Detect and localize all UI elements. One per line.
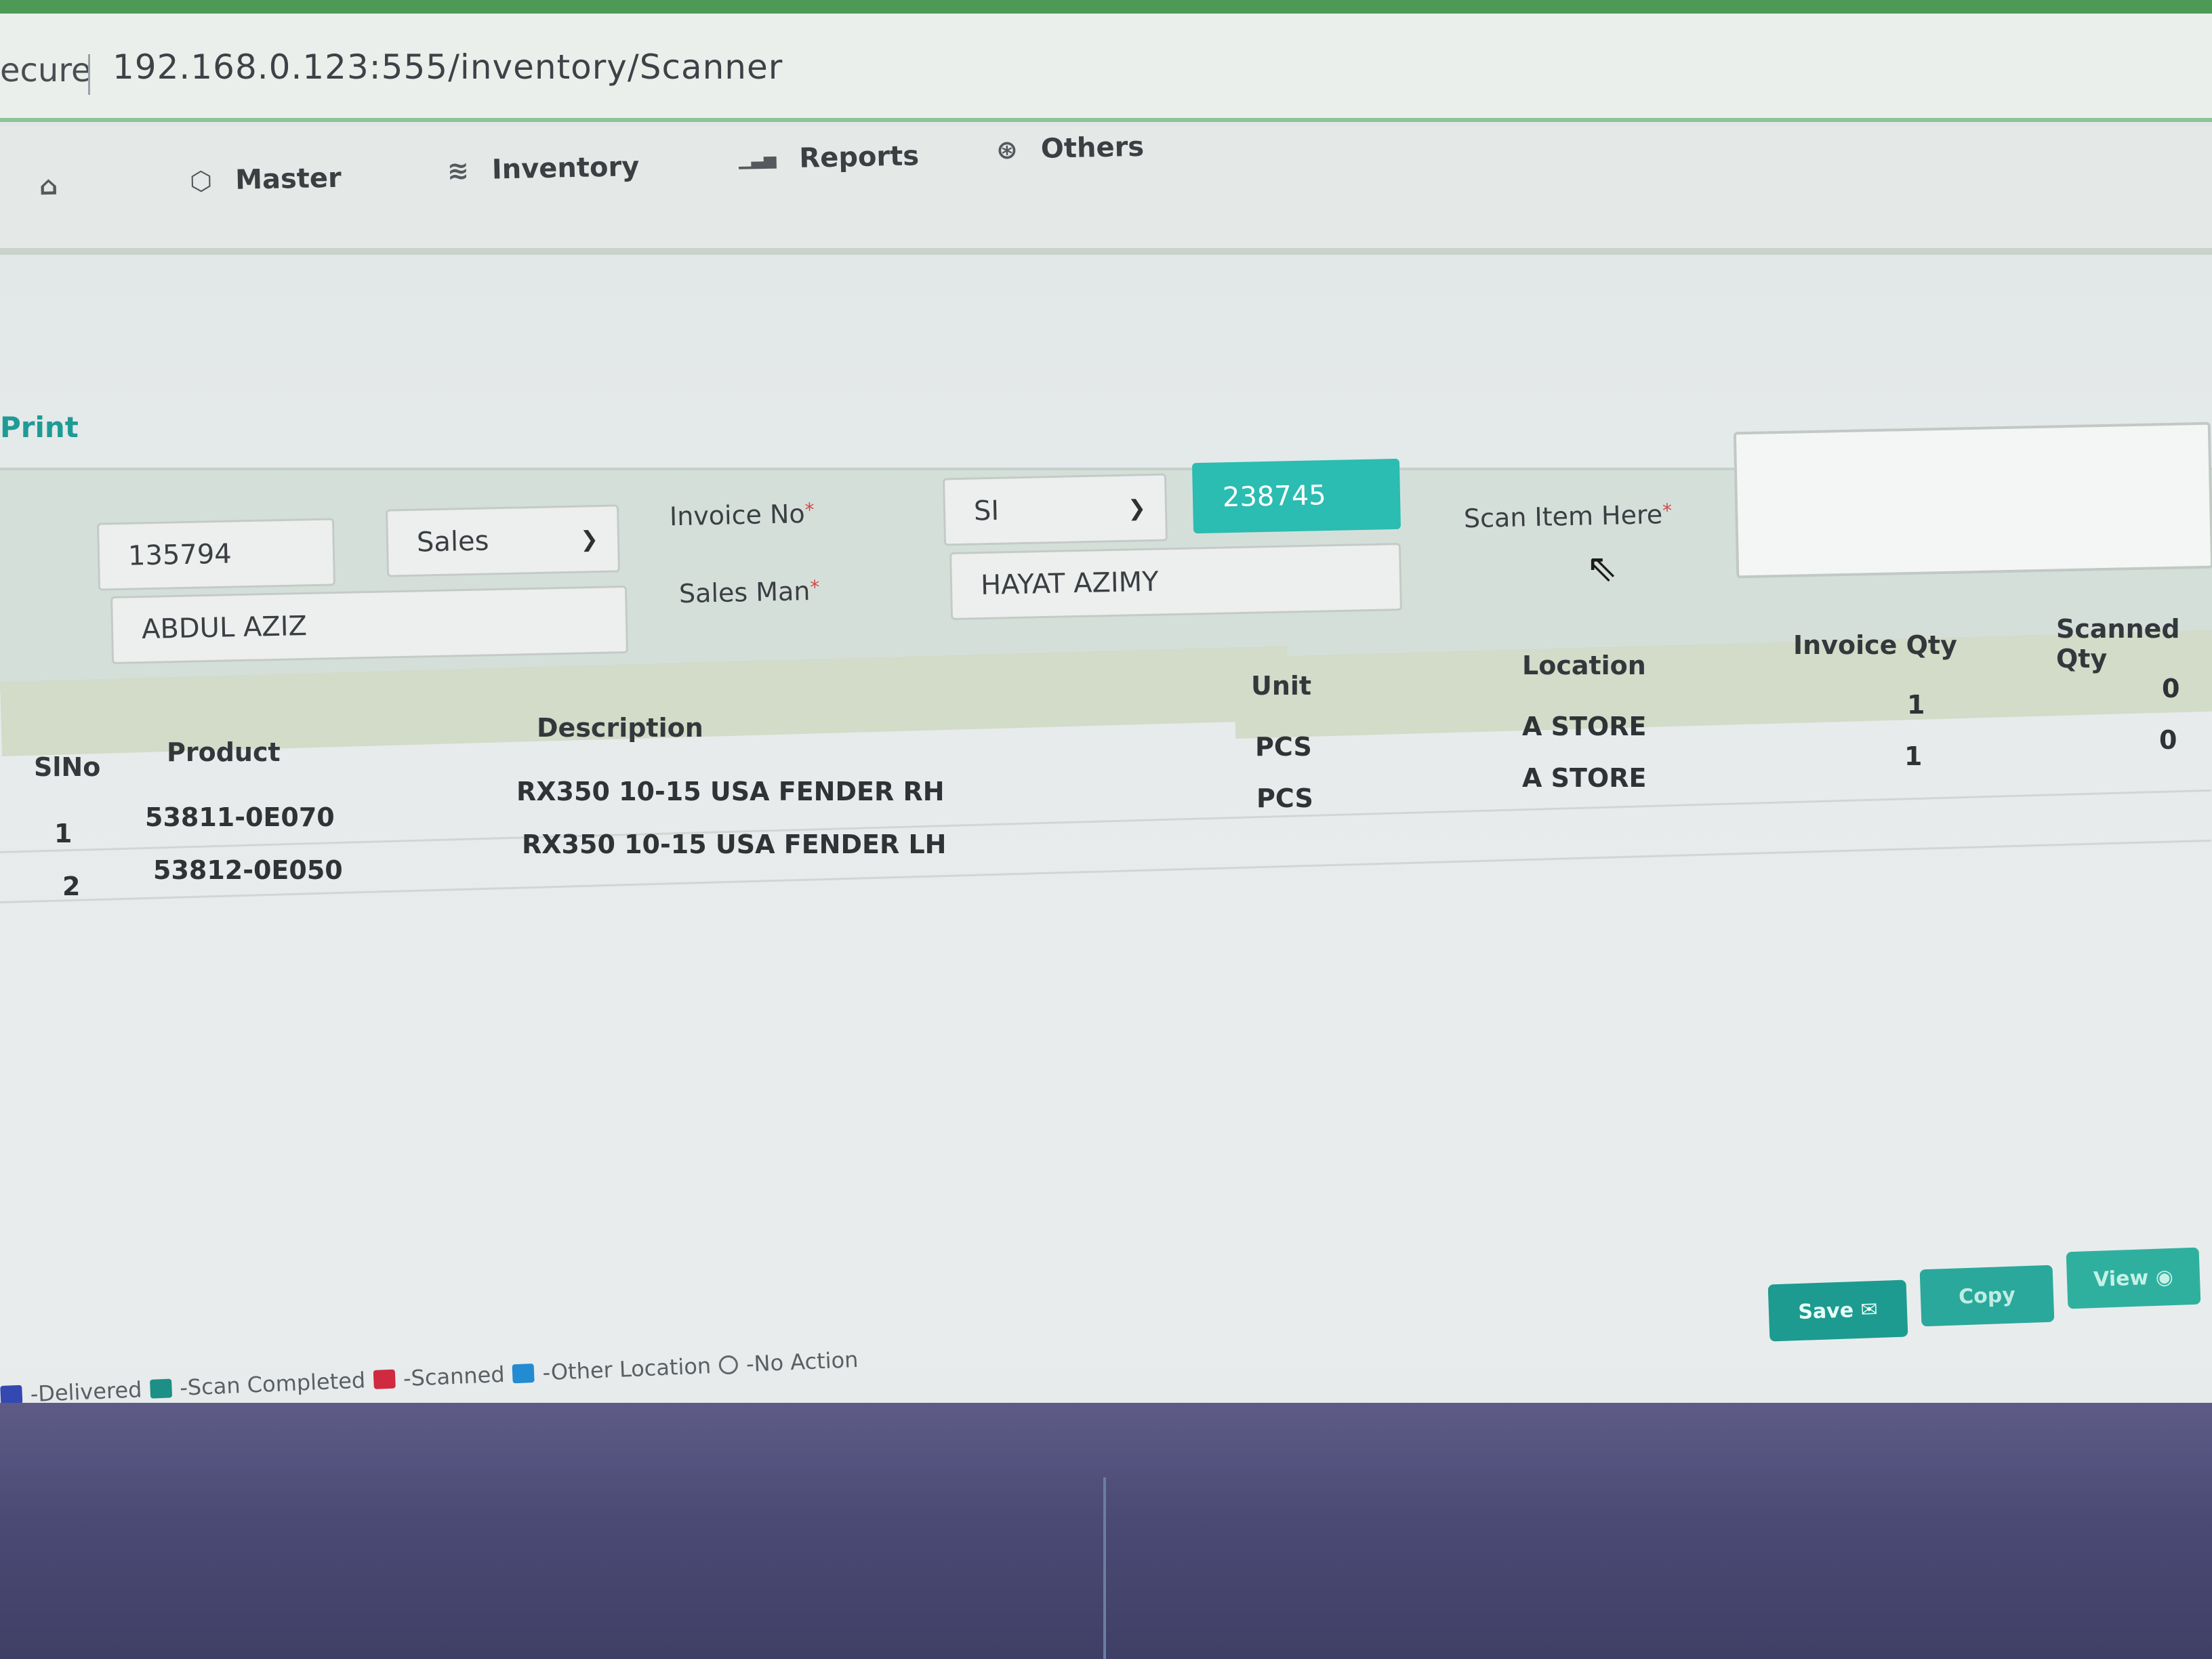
- main-navbar: ⌂ ⬡ Master ≋ Inventory ▁▃▅ Reports ⊛ Oth…: [0, 126, 2212, 255]
- cell-unit: PCS: [1256, 783, 1313, 813]
- nav-reports[interactable]: ▁▃▅ Reports: [739, 140, 920, 176]
- nav-inventory-label: Inventory: [491, 151, 640, 186]
- nav-home[interactable]: ⌂: [39, 171, 58, 201]
- nav-master[interactable]: ⬡ Master: [190, 163, 342, 197]
- no-action-swatch: [718, 1355, 739, 1375]
- others-icon: ⊛: [996, 134, 1019, 165]
- column-header-invoice-qty[interactable]: Invoice Qty: [1793, 630, 1957, 660]
- column-header-scanned-qty[interactable]: Scanned Qty: [2056, 614, 2212, 674]
- invoice-prefix-select[interactable]: SI ❯: [942, 473, 1168, 546]
- bezel-reflection: [1103, 1477, 1106, 1659]
- customer-value: ABDUL AZIZ: [141, 610, 308, 646]
- cell-description: RX350 10-15 USA FENDER RH: [516, 777, 945, 806]
- cell-location: A STORE: [1522, 763, 1647, 793]
- legend-scan-completed: -Scan Completed: [179, 1367, 366, 1401]
- scan-item-input[interactable]: [1733, 422, 2212, 579]
- bar-chart-icon: ▁▃▅: [738, 149, 777, 169]
- nav-others[interactable]: ⊛ Others: [996, 131, 1145, 166]
- cell-product: 53811-0E070: [145, 802, 335, 832]
- cell-scanned-qty: 0: [2159, 725, 2177, 755]
- invoice-no-label: Invoice No*: [669, 498, 815, 532]
- cell-slno: 1: [54, 819, 73, 848]
- chevron-down-icon: ❯: [1127, 495, 1147, 521]
- status-legend: -Delivered -Scan Completed -Scanned -Oth…: [0, 1347, 859, 1408]
- cell-location: A STORE: [1522, 712, 1647, 741]
- copy-button[interactable]: Copy: [1919, 1265, 2055, 1327]
- layers-icon: ≋: [447, 155, 470, 186]
- cube-icon: ⬡: [189, 165, 213, 197]
- table-header: SlNo Product Description Unit Location I…: [0, 614, 2212, 782]
- cell-description: RX350 10-15 USA FENDER LH: [522, 830, 947, 859]
- nav-others-label: Others: [1040, 131, 1145, 165]
- scan-item-label: Scan Item Here*: [1463, 499, 1673, 534]
- address-bar[interactable]: ecure 192.168.0.123:555/inventory/Scanne…: [0, 14, 2212, 122]
- cell-invoice-qty: 1: [1904, 741, 1923, 771]
- monitor-bezel: [0, 1403, 2212, 1659]
- column-header-location[interactable]: Location: [1522, 651, 1646, 680]
- cell-unit: PCS: [1255, 732, 1312, 762]
- nav-inventory[interactable]: ≋ Inventory: [447, 151, 640, 186]
- cell-slno: 2: [62, 872, 81, 901]
- screen: ecure 192.168.0.123:555/inventory/Scanne…: [0, 0, 2212, 1659]
- cell-invoice-qty: 1: [1907, 690, 1925, 720]
- sales-man-label: Sales Man*: [678, 575, 820, 609]
- mouse-cursor-icon: ⇖: [1586, 546, 1618, 590]
- url-text[interactable]: 192.168.0.123:555/inventory/Scanner: [112, 47, 783, 87]
- legend-scanned: -Scanned: [403, 1361, 506, 1392]
- home-icon: ⌂: [39, 170, 58, 201]
- document-id-value: 135794: [127, 538, 232, 572]
- cell-product: 53812-0E050: [153, 855, 343, 885]
- address-separator: [88, 54, 90, 95]
- invoice-prefix-value: SI: [973, 495, 1000, 527]
- invoice-number-field[interactable]: 238745: [1191, 458, 1401, 534]
- browser-top-strip: [0, 0, 2212, 14]
- legend-other-location: -Other Location: [541, 1353, 712, 1386]
- column-header-product[interactable]: Product: [167, 737, 281, 767]
- sales-man-field[interactable]: HAYAT AZIMY: [949, 543, 1402, 620]
- nav-master-label: Master: [234, 162, 342, 196]
- legend-no-action: -No Action: [745, 1346, 859, 1377]
- nav-reports-label: Reports: [798, 140, 920, 174]
- sales-man-value: HAYAT AZIMY: [980, 566, 1160, 602]
- chevron-down-icon: ❯: [579, 526, 599, 552]
- column-header-slno[interactable]: SlNo: [34, 752, 100, 782]
- invoice-number-value: 238745: [1222, 480, 1327, 514]
- scan-completed-swatch: [149, 1378, 172, 1399]
- type-select-value: Sales: [416, 525, 489, 558]
- document-id-field[interactable]: 135794: [96, 518, 336, 591]
- page-heading: Print: [0, 411, 79, 444]
- other-location-swatch: [512, 1363, 535, 1384]
- scanned-swatch: [373, 1369, 396, 1389]
- type-select[interactable]: Sales ❯: [385, 504, 621, 577]
- view-button[interactable]: View ◉: [2066, 1247, 2201, 1309]
- cell-scanned-qty: 0: [2162, 674, 2180, 703]
- secure-indicator: ecure: [0, 52, 91, 89]
- save-button[interactable]: Save ✉: [1767, 1279, 1908, 1342]
- delivered-swatch: [0, 1385, 23, 1405]
- column-header-unit[interactable]: Unit: [1251, 671, 1311, 701]
- column-header-description[interactable]: Description: [537, 713, 703, 743]
